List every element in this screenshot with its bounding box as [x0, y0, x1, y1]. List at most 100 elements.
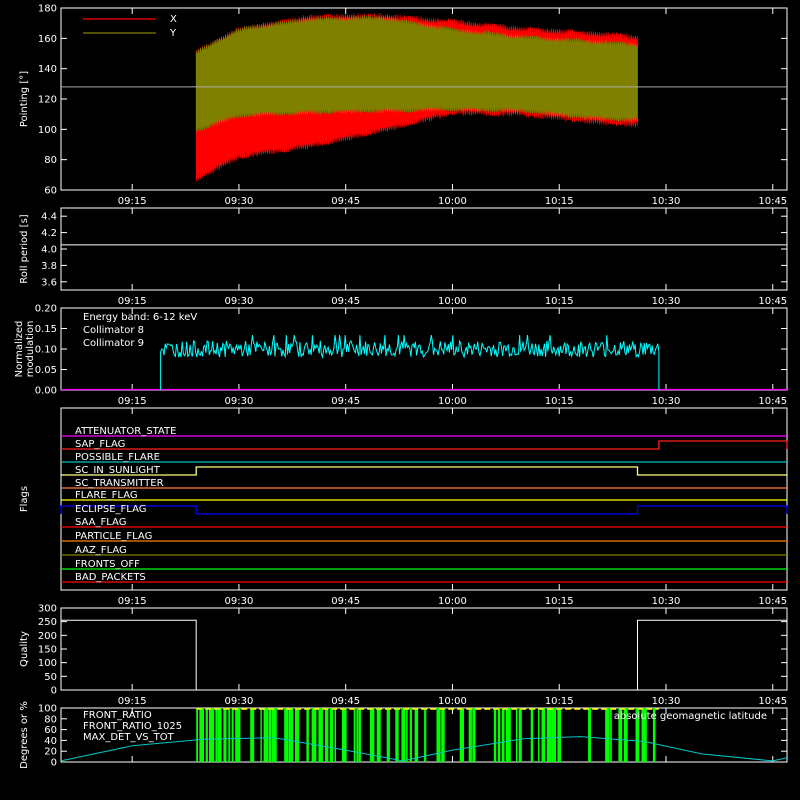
front-ratio-1025-bar — [557, 708, 561, 762]
x-tick-label: 10:00 — [438, 196, 467, 207]
x-tick-label: 09:30 — [225, 196, 254, 207]
y-tick-label: 20 — [44, 747, 57, 758]
front-ratio-1025-bar — [505, 708, 511, 762]
front-ratio-1025-bar — [231, 708, 234, 762]
front-ratio-1025-bar — [217, 708, 222, 762]
x-tick-label: 10:15 — [545, 196, 574, 207]
flag-label: SAA_FLAG — [75, 517, 126, 528]
front-ratio-1025-bar — [205, 708, 208, 762]
x-tick-label: 10:45 — [758, 396, 787, 407]
x-tick-label: 09:45 — [331, 296, 360, 307]
legend-collimator-8: Collimator 8 — [83, 325, 144, 336]
y-tick-label: 100 — [38, 125, 57, 136]
front-ratio-1025-bar — [376, 708, 381, 762]
front-ratio-1025-bar — [196, 708, 198, 762]
y-tick-label: 80 — [44, 155, 57, 166]
flag-label: SAP_FLAG — [75, 439, 125, 450]
flag-label: ECLIPSE_FLAG — [75, 504, 146, 515]
front-ratio-1025-bar — [341, 708, 347, 762]
front-ratio-1025-bar — [516, 708, 518, 762]
legend-max-det: MAX_DET_VS_TOT — [83, 732, 175, 743]
y-axis-label: Normalizedmodulation — [14, 321, 36, 378]
front-ratio-1025-bar — [250, 708, 255, 762]
x-tick-label: 09:30 — [225, 396, 254, 407]
flag-label: BAD_PACKETS — [75, 572, 146, 583]
front-ratio-1025-bar — [223, 708, 227, 762]
plot-frame — [60, 207, 788, 291]
y-tick-label: 200 — [38, 631, 57, 642]
y-tick-label: 4.0 — [41, 245, 57, 256]
front-ratio-1025-bar — [295, 708, 300, 762]
y-tick-label: 300 — [38, 604, 57, 615]
front-ratio-1025-bar — [263, 708, 269, 762]
x-tick-label: 10:45 — [758, 696, 787, 707]
rhessi-quicklook-chart: 09:15 09:30 09:45 10:00 10:15 10:30 10:4560801… — [0, 0, 800, 800]
y-axis-label: Pointing [°] — [19, 71, 30, 127]
front-ratio-1025-bar — [409, 708, 412, 762]
front-ratio-1025-bar — [588, 708, 591, 762]
y-tick-label: 80 — [44, 714, 57, 725]
chart-panels: 09:15 09:30 09:45 10:00 10:15 10:30 10:4560801… — [14, 4, 788, 769]
x-tick-label: 10:30 — [652, 396, 681, 407]
y-tick-label: 150 — [38, 645, 57, 656]
flag-label: FLARE_FLAG — [75, 490, 138, 501]
front-ratio-1025-series — [196, 708, 656, 762]
front-ratio-1025-bar — [541, 708, 545, 762]
y-tick-label: 160 — [38, 34, 57, 45]
y-tick-label: 100 — [38, 658, 57, 669]
front-ratio-1025-bar — [284, 708, 289, 762]
flag-label: FRONTS_OFF — [75, 559, 140, 570]
x-tick-label: 10:45 — [758, 296, 787, 307]
front-ratio-1025-bar — [546, 708, 551, 762]
front-ratio-1025-bar — [318, 708, 323, 762]
front-ratio-1025-bar — [272, 708, 277, 762]
x-tick-label: 10:15 — [545, 696, 574, 707]
front-ratio-1025-bar — [406, 708, 408, 762]
front-ratio-1025-bar — [493, 708, 497, 762]
y-tick-label: 0.20 — [35, 304, 57, 315]
front-ratio-1025-bar — [414, 708, 419, 762]
front-ratio-1025-bar — [356, 708, 359, 762]
x-tick-label: 09:15 — [118, 296, 147, 307]
x-tick-label: 10:00 — [438, 296, 467, 307]
legend-front-ratio-1025: FRONT_RATIO_1025 — [83, 721, 182, 732]
front-ratio-1025-bar — [441, 708, 445, 762]
x-tick-label: 09:30 — [225, 696, 254, 707]
front-ratio-1025-bar — [424, 708, 427, 762]
y-tick-label: 3.8 — [41, 261, 57, 272]
legend-collimator-9: Collimator 9 — [83, 338, 144, 349]
x-tick-label: 09:30 — [225, 296, 254, 307]
x-tick-label: 10:00 — [438, 396, 467, 407]
y-axis-label: Quality — [19, 631, 30, 667]
x-tick-label: 09:15 — [118, 396, 147, 407]
y-tick-label: 60 — [44, 186, 57, 197]
y-tick-label: 60 — [44, 725, 57, 736]
x-tick-label: 09:15 — [118, 196, 147, 207]
front-ratio-1025-bar — [538, 708, 540, 762]
legend-x-label: X — [170, 14, 177, 25]
flag-label: SC_IN_SUNLIGHT — [75, 465, 161, 476]
y-tick-label: 140 — [38, 64, 57, 75]
y-tick-label: 40 — [44, 736, 57, 747]
front-ratio-1025-bar — [472, 708, 476, 762]
latitude-annotation: absolute geomagnetic latitude — [614, 711, 767, 722]
y-tick-label: 50 — [44, 672, 57, 683]
x-tick-label: 10:45 — [758, 596, 787, 607]
x-tick-label: 09:30 — [225, 596, 254, 607]
front-ratio-1025-bar — [497, 708, 501, 762]
y-tick-label: 0 — [51, 686, 57, 697]
y-tick-label: 180 — [38, 4, 57, 15]
front-ratio-1025-bar — [369, 708, 375, 762]
x-tick-label: 10:15 — [545, 396, 574, 407]
front-ratio-1025-bar — [228, 708, 231, 762]
energy-band-annotation: Energy band: 6-12 keV — [83, 312, 197, 323]
y-tick-label: 3.6 — [41, 277, 57, 288]
front-ratio-1025-bar — [530, 708, 533, 762]
front-ratio-1025-bar — [199, 708, 204, 762]
front-ratio-1025-bar — [395, 708, 399, 762]
x-tick-label: 10:30 — [652, 696, 681, 707]
front-ratio-1025-bar — [311, 708, 317, 762]
quality-series — [61, 619, 787, 691]
x-tick-label: 10:30 — [652, 596, 681, 607]
front-ratio-1025-bar — [501, 708, 505, 762]
